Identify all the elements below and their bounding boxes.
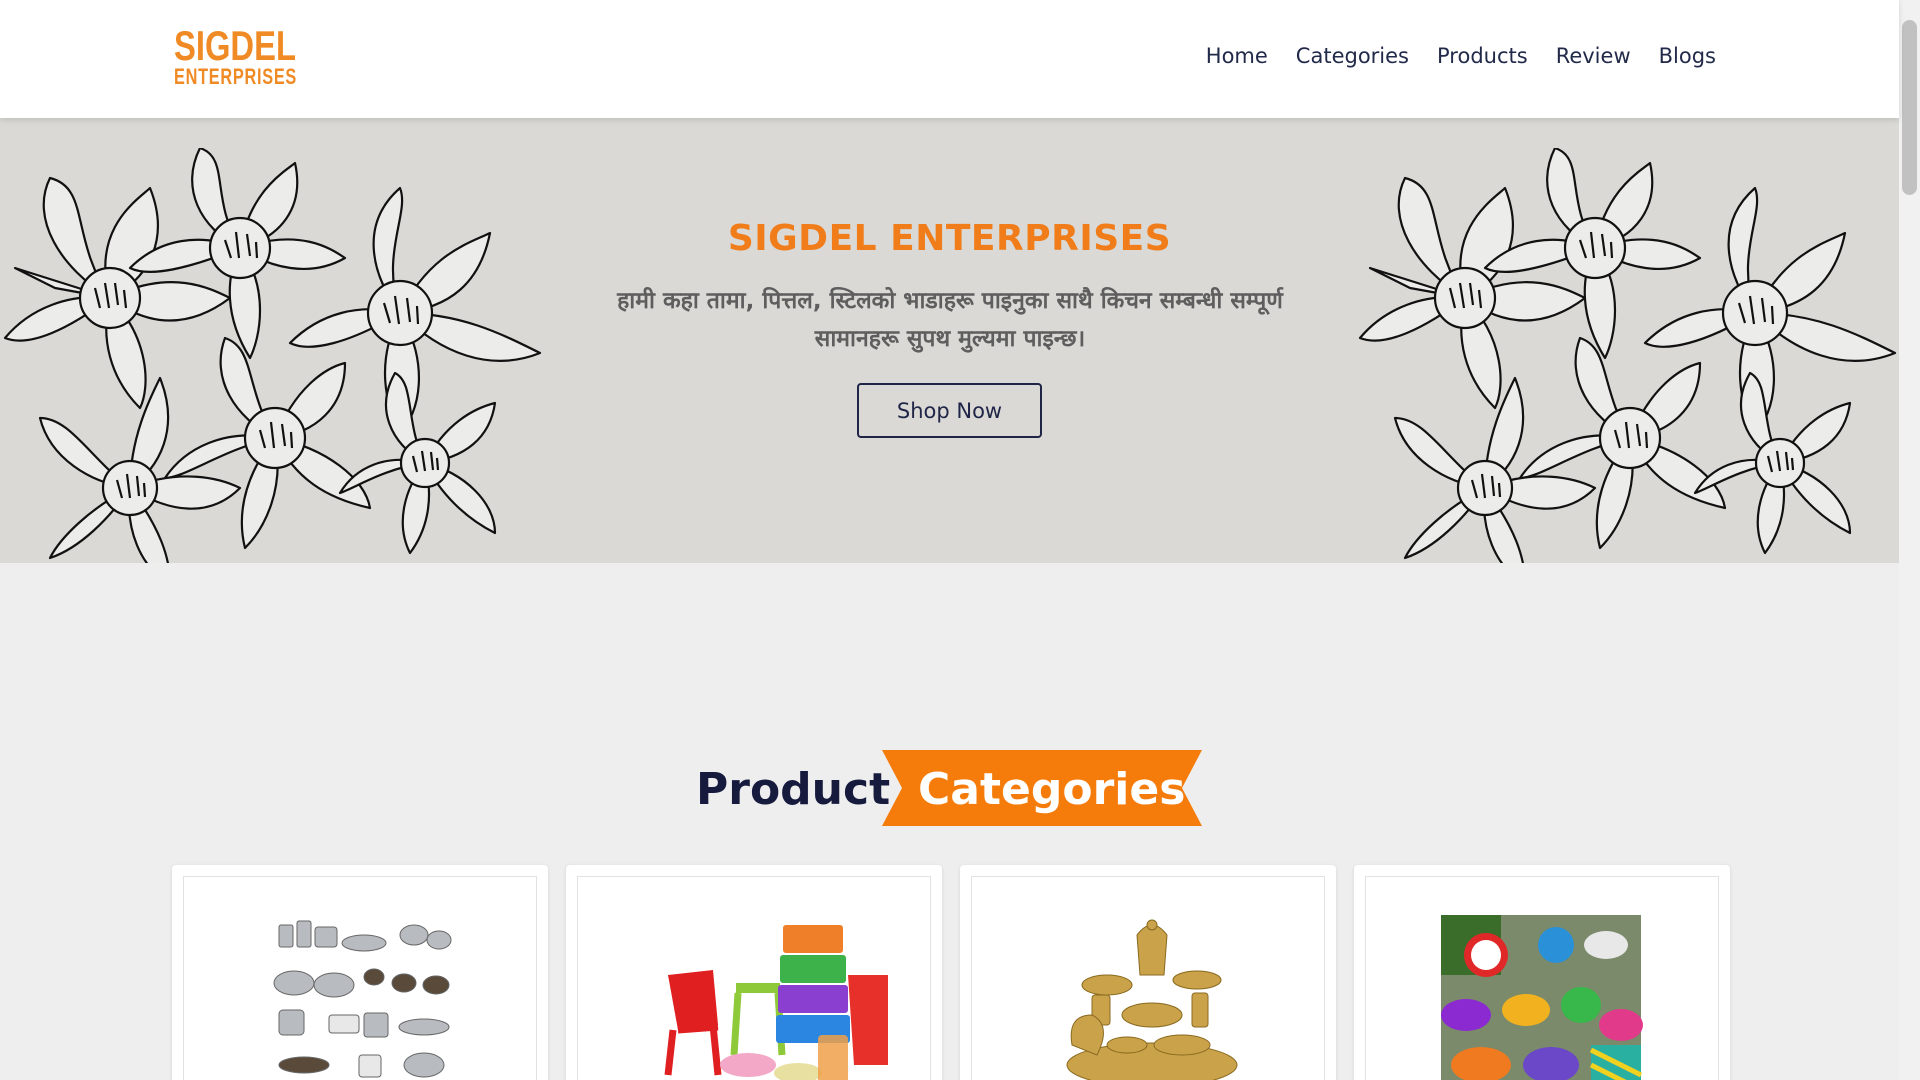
brass-items-image xyxy=(1066,919,1238,1080)
hero-title: SIGDEL ENTERPRISES xyxy=(727,218,1172,259)
nav-categories[interactable]: Categories xyxy=(1296,44,1409,68)
scrollbar-thumb[interactable] xyxy=(1902,20,1917,195)
main-nav: Home Categories Products Review Blogs xyxy=(1206,44,1716,68)
category-card[interactable] xyxy=(1354,865,1730,1080)
hero-subtitle: हामी कहा तामा, पित्तल, स्टिलको भाडाहरू प… xyxy=(617,288,1283,352)
nav-blogs[interactable]: Blogs xyxy=(1659,44,1716,68)
heading-categories-text: Categories xyxy=(918,764,1186,815)
nav-home[interactable]: Home xyxy=(1206,44,1268,68)
nav-products[interactable]: Products xyxy=(1437,44,1528,68)
site-header: SIGDEL ENTERPRISES Home Categories Produ… xyxy=(0,0,1899,118)
category-card[interactable] xyxy=(172,865,548,1080)
shop-now-button[interactable]: Shop Now xyxy=(857,383,1042,438)
logo[interactable]: SIGDEL ENTERPRISES xyxy=(174,22,300,89)
flower-decoration-left xyxy=(3,148,542,563)
plastic-items-image xyxy=(664,925,888,1080)
logo-bottom-text: ENTERPRISES xyxy=(174,64,298,89)
heading-product-text: Product xyxy=(696,764,891,815)
card-frame xyxy=(1365,876,1719,1080)
card-frame xyxy=(971,876,1325,1080)
card-frame xyxy=(577,876,931,1080)
logo-top-text: SIGDEL xyxy=(174,22,296,69)
hero-banner: SIGDEL ENTERPRISES हामी कहा तामा, पित्तल… xyxy=(0,118,1899,563)
category-cards xyxy=(172,865,1730,1080)
crockery-image xyxy=(1441,915,1643,1080)
steel-utensils-image xyxy=(273,920,452,1078)
categories-heading: Product Categories xyxy=(0,748,1899,828)
page-scrollbar[interactable] xyxy=(1899,0,1920,1080)
flower-decoration-right xyxy=(1358,148,1897,563)
card-frame xyxy=(183,876,537,1080)
category-card[interactable] xyxy=(960,865,1336,1080)
category-card[interactable] xyxy=(566,865,942,1080)
nav-review[interactable]: Review xyxy=(1556,44,1631,68)
